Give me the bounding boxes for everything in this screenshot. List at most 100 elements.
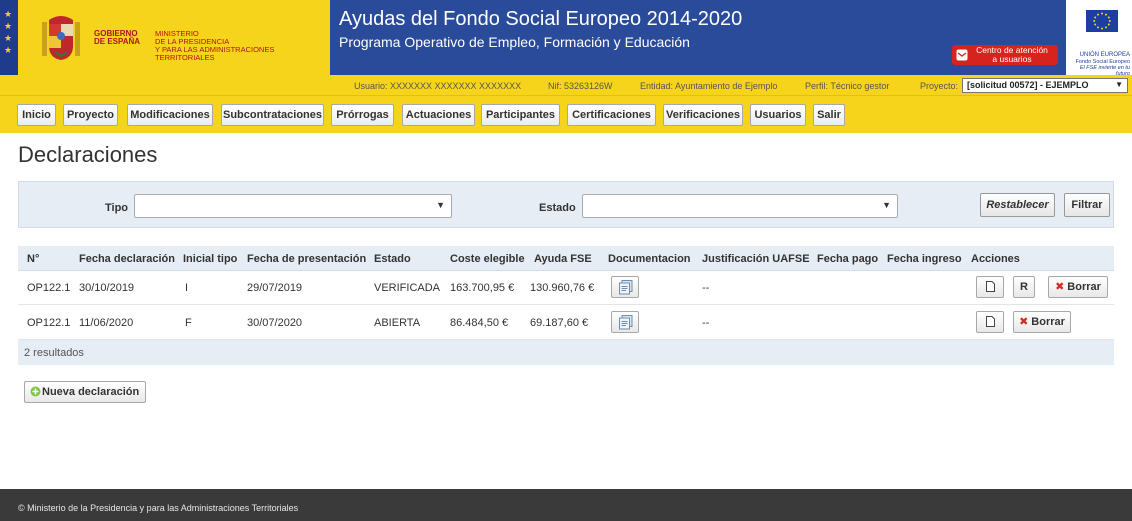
- col-ayuda-fse: Ayuda FSE: [534, 253, 592, 265]
- table-row: OP122.1 30/10/2019 I 29/07/2019 VERIFICA…: [18, 271, 1114, 305]
- col-fecha-ingreso: Fecha ingreso: [887, 253, 962, 265]
- nav-proyecto[interactable]: Proyecto: [63, 104, 118, 126]
- table-footer: 2 resultados: [18, 340, 1114, 365]
- star-icon: ★: [4, 45, 13, 55]
- cell-num: OP122.1: [27, 282, 71, 294]
- delete-x-icon: ✖: [1055, 281, 1065, 293]
- nav-salir[interactable]: Salir: [813, 104, 845, 126]
- support-center-button[interactable]: Centro de atención a usuarios: [952, 45, 1058, 65]
- col-inicial-tipo: Inicial tipo: [183, 253, 238, 265]
- estado-label: Estado: [539, 202, 576, 214]
- eu-logo-block: UNIÓN EUROPEA Fondo Social Europeo El FS…: [1066, 0, 1132, 77]
- document-copy-icon: [619, 280, 633, 295]
- user-profile: Perfil: Técnico gestor: [805, 81, 890, 91]
- cell-estado: VERIFICADA: [374, 282, 441, 294]
- star-icon: ★: [4, 9, 13, 19]
- table-header: N° Fecha declaración Inicial tipo Fecha …: [18, 246, 1114, 271]
- nav-participantes[interactable]: Participantes: [481, 104, 560, 126]
- gov-line-2: DE ESPAÑA: [94, 37, 141, 46]
- new-declaration-label: Nueva declaración: [42, 386, 140, 398]
- government-logo-block: ★ ★ ★ ★ GOBIERNO DE ESPAÑA MINISTERIO DE…: [0, 0, 330, 75]
- col-acciones: Acciones: [971, 253, 1020, 265]
- user-nif: Nif: 53263126W: [548, 81, 613, 91]
- project-select-value: [solicitud 00572] - EJEMPLO: [967, 80, 1089, 90]
- cell-num: OP122.1: [27, 317, 71, 329]
- ministry-name: MINISTERIO DE LA PRESIDENCIA Y PARA LAS …: [155, 30, 330, 62]
- col-estado: Estado: [374, 253, 411, 265]
- delete-button[interactable]: ✖ Borrar: [1013, 311, 1071, 333]
- chevron-down-icon: ▼: [436, 200, 445, 210]
- footer-text: © Ministerio de la Presidencia y para la…: [18, 503, 299, 513]
- cell-inicial-tipo: F: [185, 317, 192, 329]
- cell-fecha-presentacion: 30/07/2020: [247, 317, 303, 329]
- new-declaration-button[interactable]: Nueva declaración: [24, 381, 146, 403]
- flag-strip: ★ ★ ★ ★: [0, 0, 18, 75]
- document-icon: [985, 316, 995, 327]
- delete-button[interactable]: ✖ Borrar: [1048, 276, 1108, 298]
- cell-estado: ABIERTA: [374, 317, 421, 329]
- cell-fecha-presentacion: 29/07/2019: [247, 282, 303, 294]
- cell-ayuda: 69.187,60 €: [530, 317, 589, 329]
- nav-actuaciones[interactable]: Actuaciones: [402, 104, 475, 126]
- app-title: Ayudas del Fondo Social Europeo 2014-202…: [339, 8, 743, 30]
- col-fecha-presentacion: Fecha de presentación: [247, 253, 367, 265]
- plus-icon: [30, 386, 41, 397]
- cell-fecha-declaracion: 11/06/2020: [79, 317, 134, 329]
- col-fecha-pago: Fecha pago: [817, 253, 879, 265]
- mail-icon: [956, 49, 968, 61]
- project-select[interactable]: [solicitud 00572] - EJEMPLO ▼: [962, 78, 1128, 93]
- col-num: N°: [27, 253, 40, 265]
- cell-coste: 163.700,95 €: [450, 282, 515, 294]
- delete-label: Borrar: [1067, 281, 1101, 293]
- chevron-down-icon: ▼: [1115, 80, 1123, 89]
- user-name: Usuario: XXXXXXX XXXXXXX XXXXXXX: [354, 81, 522, 91]
- col-coste-elegible: Coste elegible: [450, 253, 525, 265]
- view-document-button[interactable]: [976, 276, 1004, 298]
- tipo-select[interactable]: ▼: [134, 194, 452, 218]
- col-documentacion: Documentacion: [608, 253, 691, 265]
- star-icon: ★: [4, 21, 13, 31]
- cell-justificacion: --: [702, 317, 710, 329]
- documentation-button[interactable]: [611, 311, 639, 333]
- col-justificacion: Justificación UAFSE: [702, 253, 810, 265]
- user-entity: Entidad: Ayuntamiento de Ejemplo: [640, 81, 778, 91]
- estado-select[interactable]: ▼: [582, 194, 898, 218]
- cell-coste: 86.484,50 €: [450, 317, 509, 329]
- cell-inicial-tipo: I: [185, 282, 189, 294]
- government-name: GOBIERNO DE ESPAÑA: [94, 30, 140, 46]
- ministry-line-3: Y PARA LAS ADMINISTRACIONES TERRITORIALE…: [155, 45, 275, 62]
- results-count: 2 resultados: [24, 347, 84, 359]
- nav-verificaciones[interactable]: Verificaciones: [663, 104, 743, 126]
- app-header: ★ ★ ★ ★ GOBIERNO DE ESPAÑA MINISTERIO DE…: [0, 0, 1132, 77]
- nav-usuarios[interactable]: Usuarios: [750, 104, 806, 126]
- nav-inicio[interactable]: Inicio: [17, 104, 56, 126]
- view-document-button[interactable]: [976, 311, 1004, 333]
- filter-panel: Tipo ▼ Estado ▼ Restablecer Filtrar: [18, 181, 1114, 228]
- filter-button[interactable]: Filtrar: [1064, 193, 1110, 217]
- star-icon: ★: [4, 33, 13, 43]
- tipo-label: Tipo: [105, 202, 129, 214]
- nav-subcontrataciones[interactable]: Subcontrataciones: [221, 104, 324, 126]
- main-navigation: Inicio Proyecto Modificaciones Subcontra…: [0, 95, 1132, 133]
- chevron-down-icon: ▼: [882, 200, 891, 210]
- nav-certificaciones[interactable]: Certificaciones: [567, 104, 656, 126]
- cell-fecha-declaracion: 30/10/2019: [79, 282, 135, 294]
- documentation-button[interactable]: [611, 276, 639, 298]
- table-row: OP122.1 11/06/2020 F 30/07/2020 ABIERTA …: [18, 306, 1114, 340]
- project-label: Proyecto:: [920, 81, 959, 91]
- cell-ayuda: 130.960,76 €: [530, 282, 595, 294]
- reset-button[interactable]: Restablecer: [980, 193, 1055, 217]
- col-fecha-declaracion: Fecha declaración: [79, 253, 175, 265]
- r-button[interactable]: R: [1013, 276, 1035, 298]
- nav-prorrogas[interactable]: Prórrogas: [331, 104, 394, 126]
- nav-modificaciones[interactable]: Modificaciones: [127, 104, 213, 126]
- app-subtitle: Programa Operativo de Empleo, Formación …: [339, 34, 690, 50]
- coat-of-arms-icon: [42, 16, 80, 60]
- eu-label: UNIÓN EUROPEA: [1079, 52, 1130, 58]
- delete-label: Borrar: [1031, 316, 1065, 328]
- user-info-bar: Usuario: XXXXXXX XXXXXXX XXXXXXX Nif: 53…: [0, 75, 1132, 95]
- page-title: Declaraciones: [18, 142, 158, 167]
- document-copy-icon: [619, 315, 633, 330]
- cell-justificacion: --: [702, 282, 710, 294]
- delete-x-icon: ✖: [1019, 316, 1029, 328]
